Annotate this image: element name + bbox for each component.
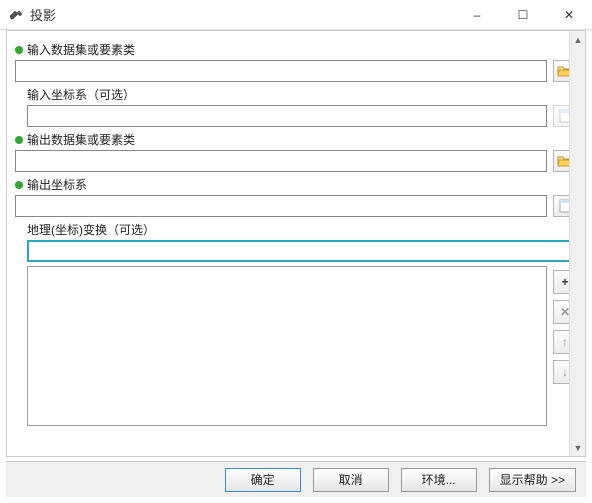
content-panel: 输入数据集或要素类 输入坐标系（可选） 输出数据集或要素类 输出坐标系 [6,30,586,457]
arrow-down-icon: ↓ [562,365,568,379]
output-cs-field[interactable] [15,195,547,217]
label-input-dataset: 输入数据集或要素类 [27,41,135,58]
input-dataset-field[interactable] [15,60,547,82]
required-bullet [15,181,23,189]
required-bullet [15,136,23,144]
vertical-scrollbar[interactable]: ▲ ▼ [569,31,586,456]
output-dataset-field[interactable] [15,150,547,172]
field-input-cs: 输入坐标系（可选） [15,86,577,127]
field-input-dataset: 输入数据集或要素类 [15,41,577,82]
field-output-dataset: 输出数据集或要素类 [15,131,577,172]
field-output-cs: 输出坐标系 [15,176,577,217]
maximize-button[interactable]: ☐ [500,0,546,30]
geo-transform-field[interactable] [27,240,577,262]
label-geo-transform: 地理(坐标)变换（可选） [27,221,155,238]
geo-transform-list[interactable] [27,266,547,426]
arrow-up-icon: ↑ [562,335,568,349]
plus-icon: + [561,275,568,289]
label-output-dataset: 输出数据集或要素类 [27,131,135,148]
input-cs-field[interactable] [27,105,547,127]
cancel-button[interactable]: 取消 [313,468,389,492]
ok-button[interactable]: 确定 [225,468,301,492]
required-bullet [15,46,23,54]
button-bar: 确定 取消 环境... 显示帮助 >> [6,461,586,497]
show-help-button[interactable]: 显示帮助 >> [489,468,576,492]
scroll-up-icon[interactable]: ▲ [570,31,586,48]
label-output-cs: 输出坐标系 [27,176,87,193]
scroll-down-icon[interactable]: ▼ [570,439,586,456]
close-button[interactable]: ✕ [546,0,592,30]
minimize-button[interactable]: – [454,0,500,30]
hammer-icon [8,7,24,23]
label-input-cs: 输入坐标系（可选） [27,86,135,103]
title-bar: 投影 – ☐ ✕ [0,0,592,30]
environment-button[interactable]: 环境... [401,468,477,492]
window-title: 投影 [30,5,454,24]
field-geo-transform: 地理(坐标)变换（可选） + ✕ ↑ ↓ [15,221,577,426]
